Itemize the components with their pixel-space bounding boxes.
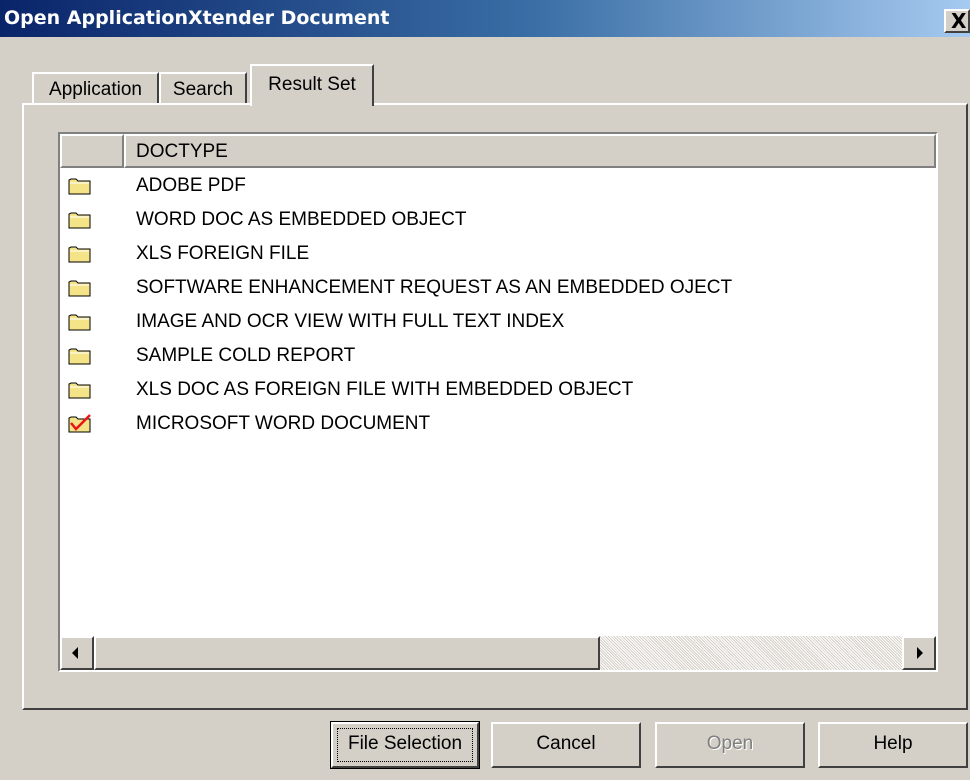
- open-document-dialog: Open ApplicationXtender Document X Appli…: [0, 0, 970, 780]
- window-title: Open ApplicationXtender Document: [4, 7, 390, 29]
- arrow-left-icon: [72, 647, 78, 659]
- list-item-label: WORD DOC AS EMBEDDED OBJECT: [136, 209, 467, 230]
- close-icon: X: [951, 9, 967, 33]
- list-item-label: MICROSOFT WORD DOCUMENT: [136, 413, 431, 434]
- doctype-list[interactable]: DOCTYPE ADOBE PDF WORD DOC AS EMBEDDED O…: [58, 132, 938, 672]
- list-item-label: SAMPLE COLD REPORT: [136, 345, 356, 366]
- list-item[interactable]: XLS DOC AS FOREIGN FILE WITH EMBEDDED OB…: [60, 374, 936, 408]
- list-item[interactable]: XLS FOREIGN FILE: [60, 238, 936, 272]
- list-item[interactable]: IMAGE AND OCR VIEW WITH FULL TEXT INDEX: [60, 306, 936, 340]
- folder-icon: [68, 314, 91, 331]
- list-rows: ADOBE PDF WORD DOC AS EMBEDDED OBJECT XL…: [60, 170, 936, 442]
- open-button[interactable]: Open: [655, 722, 805, 768]
- list-item[interactable]: WORD DOC AS EMBEDDED OBJECT: [60, 204, 936, 238]
- folder-icon: [68, 246, 91, 263]
- folder-icon: [68, 382, 91, 399]
- folder-icon: [68, 280, 91, 297]
- list-item[interactable]: SOFTWARE ENHANCEMENT REQUEST AS AN EMBED…: [60, 272, 936, 306]
- tab-application[interactable]: Application: [32, 72, 159, 104]
- tab-result-set[interactable]: Result Set: [250, 64, 374, 106]
- tab-search[interactable]: Search: [159, 72, 247, 104]
- cancel-button[interactable]: Cancel: [491, 722, 641, 768]
- title-bar[interactable]: Open ApplicationXtender Document X: [0, 0, 970, 37]
- doctype-column-header[interactable]: DOCTYPE: [124, 134, 936, 168]
- scroll-left-button[interactable]: [60, 636, 94, 670]
- list-item[interactable]: SAMPLE COLD REPORT: [60, 340, 936, 374]
- list-item-label: XLS DOC AS FOREIGN FILE WITH EMBEDDED OB…: [136, 379, 634, 400]
- help-button[interactable]: Help: [818, 722, 968, 768]
- list-item-label: SOFTWARE ENHANCEMENT REQUEST AS AN EMBED…: [136, 277, 733, 298]
- list-item-label: XLS FOREIGN FILE: [136, 243, 310, 264]
- list-item[interactable]: MICROSOFT WORD DOCUMENT: [60, 408, 936, 442]
- focus-rectangle: [337, 728, 473, 762]
- arrow-right-icon: [917, 647, 923, 659]
- icon-column-header[interactable]: [60, 134, 124, 168]
- horizontal-scrollbar[interactable]: [60, 636, 936, 670]
- scrollbar-thumb[interactable]: [94, 636, 600, 670]
- list-item[interactable]: ADOBE PDF: [60, 170, 936, 204]
- list-header: DOCTYPE: [60, 134, 936, 168]
- close-button[interactable]: X: [944, 9, 970, 33]
- folder-icon: [68, 348, 91, 365]
- list-item-label: IMAGE AND OCR VIEW WITH FULL TEXT INDEX: [136, 311, 565, 332]
- checked-folder-icon: [68, 414, 91, 433]
- file-selection-button[interactable]: File Selection: [330, 721, 480, 769]
- folder-icon: [68, 212, 91, 229]
- scroll-right-button[interactable]: [902, 636, 936, 670]
- folder-icon: [68, 178, 91, 195]
- list-item-label: ADOBE PDF: [136, 175, 246, 196]
